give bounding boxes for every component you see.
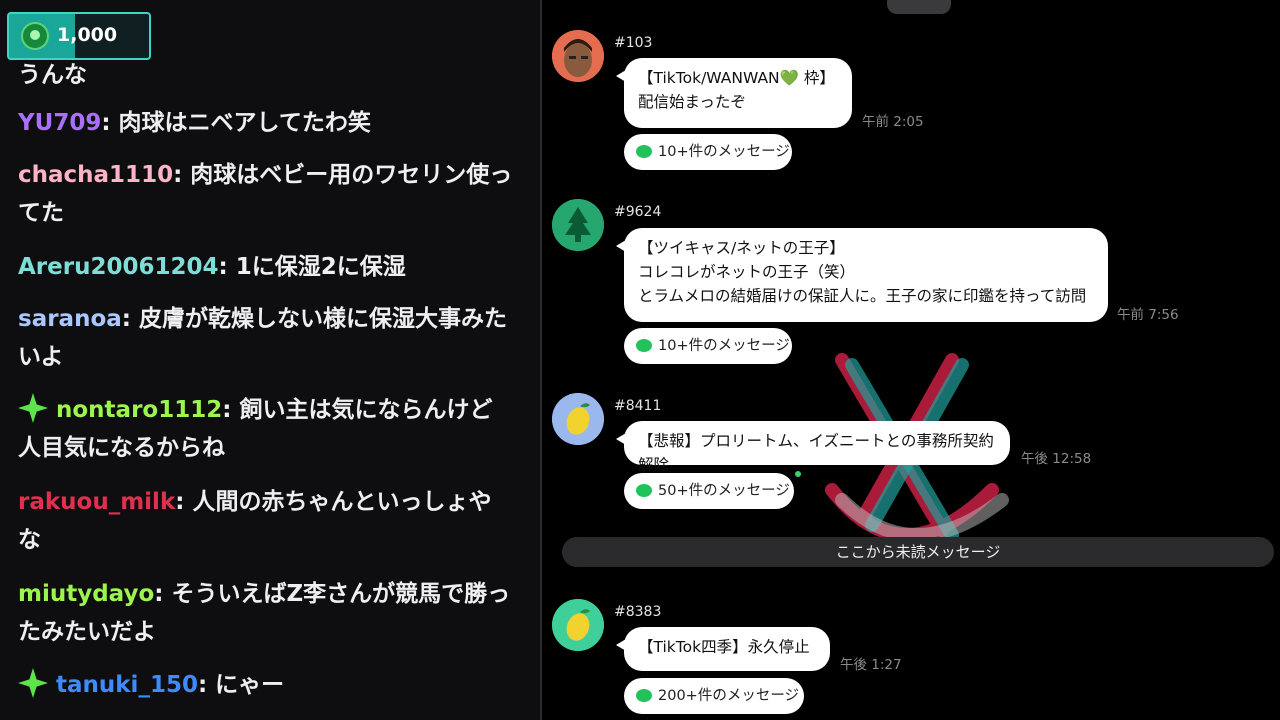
message-number: #8383 (614, 604, 662, 620)
avatar-8383[interactable] (552, 599, 604, 651)
chat-username[interactable]: saranoa (18, 306, 122, 332)
message-number: #9624 (614, 204, 662, 220)
channel-points-value: 1,000 (57, 24, 118, 46)
reply-count-button[interactable]: 200+件のメッセージ (624, 678, 804, 714)
message-bubble[interactable]: 【悲報】プロリートム、イズニートとの事務所契約解除 (616, 421, 1010, 474)
avatar-9624[interactable] (552, 199, 604, 251)
chat-username[interactable]: miutydayo (18, 581, 154, 607)
message-time: 午前 2:05 (862, 114, 924, 130)
chat-message: YU709: 肉球はニベアしてたわ笑 (18, 104, 514, 142)
message-bubble[interactable]: 【TikTok四季】永久停止 (616, 627, 830, 671)
tree-icon (552, 199, 604, 251)
chat-username[interactable]: YU709 (18, 110, 101, 136)
chat-message-cutoff: うんな (18, 62, 87, 88)
chat-bubble-icon (636, 145, 652, 158)
reply-count-button[interactable]: 10+件のメッセージ (624, 134, 792, 170)
chat-bubble-icon (636, 484, 652, 497)
channel-points-icon (21, 22, 49, 50)
unread-separator: ここから未読メッセージ (562, 537, 1274, 567)
chat-message: chacha1110: 肉球はベビー用のワセリン使ってた (18, 156, 514, 232)
chat-message: saranoa: 皮膚が乾燥しない様に保湿大事みたいよ (18, 300, 514, 376)
chat-username[interactable]: rakuou_milk (18, 489, 175, 515)
chat-panel: 1,000 うんな YU709: 肉球はニベアしてたわ笑 chacha1110: … (0, 0, 540, 720)
message-bubble[interactable]: 【TikTok/WANWAN💚 枠】 配信始まったぞ (616, 58, 852, 128)
chat-username[interactable]: chacha1110 (18, 162, 173, 188)
avatar-103[interactable] (552, 30, 604, 82)
chat-message-text: : 1に保湿2に保湿 (218, 254, 406, 280)
chat-bubble-icon (636, 339, 652, 352)
chat-username[interactable]: tanuki_150 (56, 672, 198, 698)
reply-count-button[interactable]: 50+件のメッセージ (624, 473, 794, 509)
chat-username[interactable]: Areru20061204 (18, 254, 219, 280)
message-time: 午後 1:27 (840, 657, 902, 673)
chat-message: Areru20061204: 1に保湿2に保湿 (18, 248, 514, 286)
message-number: #8411 (614, 398, 662, 414)
online-indicator (795, 471, 801, 477)
scroll-indicator (887, 0, 951, 14)
channel-points-button[interactable]: 1,000 (7, 12, 151, 60)
chat-username[interactable]: nontaro1112 (56, 397, 222, 423)
chat-message-text: : 肉球はニベアしてたわ笑 (101, 110, 371, 136)
green-heart-icon: 💚 (779, 69, 799, 87)
chat-message: tanuki_150: にゃー (18, 666, 514, 704)
chat-message: nontaro1112: 飼い主は気にならんけど人目気になるからね (18, 391, 514, 467)
line-chat-panel: #103 【TikTok/WANWAN💚 枠】 配信始まったぞ 午前 2:05 … (542, 0, 1280, 720)
reply-count-button[interactable]: 10+件のメッセージ (624, 328, 792, 364)
sparkle-badge-icon (18, 393, 48, 423)
lemon-icon (552, 393, 604, 445)
message-time: 午前 7:56 (1117, 307, 1179, 323)
man-face-icon (552, 30, 604, 82)
chat-bubble-icon (636, 689, 652, 702)
chat-message-text: : にゃー (197, 672, 285, 698)
message-number: #103 (614, 35, 653, 51)
lemon-icon (552, 599, 604, 651)
chat-message: miutydayo: そういえばZ李さんが競馬で勝ったみたいだよ (18, 575, 514, 651)
avatar-8411[interactable] (552, 393, 604, 445)
sparkle-badge-icon (18, 668, 48, 698)
chat-message: rakuou_milk: 人間の赤ちゃんといっしょやな (18, 483, 514, 559)
message-time: 午後 12:58 (1021, 451, 1092, 467)
message-bubble[interactable]: 【ツイキャス/ネットの王子】 コレコレがネットの王子（笑） とラムメロの結婚届け… (616, 228, 1108, 322)
